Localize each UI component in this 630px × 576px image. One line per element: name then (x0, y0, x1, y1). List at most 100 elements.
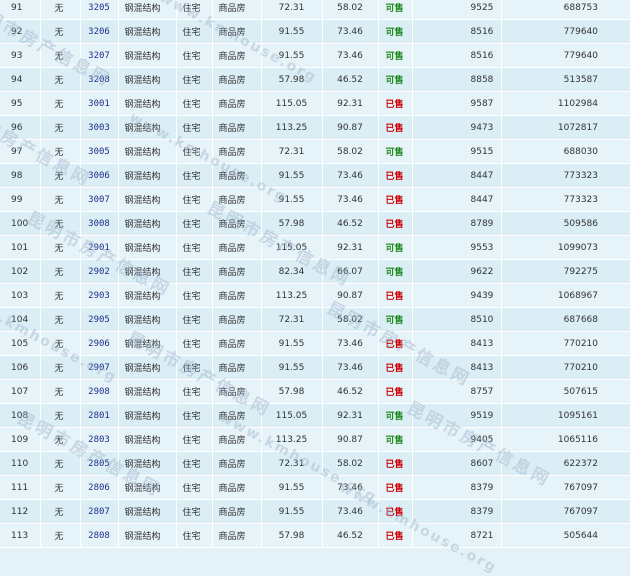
usage-cell: 住宅 (175, 403, 212, 428)
building-area-cell: 91.55 (260, 355, 322, 380)
structure-cell: 钢混结构 (117, 163, 176, 188)
building-area-cell: 115.05 (260, 91, 322, 116)
row-number: 107 (0, 379, 40, 404)
usage-cell: 住宅 (175, 475, 212, 500)
room-number-link[interactable]: 2807 (79, 499, 118, 524)
row-number: 91 (0, 0, 40, 20)
row-number: 104 (0, 307, 40, 332)
total-price-cell: 767097 (500, 499, 630, 524)
row-number: 102 (0, 259, 40, 284)
total-price-cell: 1065116 (500, 427, 630, 452)
room-number-link[interactable]: 3008 (79, 211, 118, 236)
usable-area-cell: 46.52 (321, 211, 378, 236)
table-row: 100 无 3008 钢混结构 住宅 商品房 57.98 46.52 已售 8789 509586 (0, 211, 630, 236)
building-area-cell: 91.55 (260, 475, 322, 500)
property-type-cell: 商品房 (211, 163, 261, 188)
structure-cell: 钢混结构 (117, 67, 176, 92)
usable-area-cell: 58.02 (321, 307, 378, 332)
unit-price-cell: 9519 (411, 403, 501, 428)
total-price-cell: 1102984 (500, 91, 630, 116)
row-number: 98 (0, 163, 40, 188)
building-area-cell: 115.05 (260, 235, 322, 260)
row-number: 111 (0, 475, 40, 500)
room-number-link[interactable]: 2902 (79, 259, 118, 284)
row-number: 96 (0, 115, 40, 140)
sale-status-badge: 可售 (377, 139, 412, 164)
room-number-link[interactable]: 2903 (79, 283, 118, 308)
room-number-link[interactable]: 2907 (79, 355, 118, 380)
unit-price-cell: 8789 (411, 211, 501, 236)
room-number-link[interactable]: 2803 (79, 427, 118, 452)
room-number-link[interactable]: 2808 (79, 523, 118, 548)
room-number-link[interactable]: 2801 (79, 403, 118, 428)
usage-cell: 住宅 (175, 451, 212, 476)
room-number-link[interactable]: 2901 (79, 235, 118, 260)
total-price-cell: 1068967 (500, 283, 630, 308)
floor-cell: 无 (39, 211, 80, 236)
row-number: 97 (0, 139, 40, 164)
usable-area-cell: 46.52 (321, 67, 378, 92)
room-number-link[interactable]: 2905 (79, 307, 118, 332)
building-area-cell: 91.55 (260, 43, 322, 68)
usable-area-cell: 92.31 (321, 403, 378, 428)
usage-cell: 住宅 (175, 115, 212, 140)
usage-cell: 住宅 (175, 91, 212, 116)
total-price-cell: 505644 (500, 523, 630, 548)
table-row: 93 无 3207 钢混结构 住宅 商品房 91.55 73.46 可售 8516 779640 (0, 43, 630, 68)
usage-cell: 住宅 (175, 259, 212, 284)
table-row: 99 无 3007 钢混结构 住宅 商品房 91.55 73.46 已售 8447 773323 (0, 187, 630, 212)
room-number-link[interactable]: 2908 (79, 379, 118, 404)
total-price-cell: 509586 (500, 211, 630, 236)
total-price-cell: 770210 (500, 331, 630, 356)
unit-price-cell: 8516 (411, 43, 501, 68)
room-number-link[interactable]: 3005 (79, 139, 118, 164)
table-row: 97 无 3005 钢混结构 住宅 商品房 72.31 58.02 可售 9515 688030 (0, 139, 630, 164)
floor-cell: 无 (39, 451, 80, 476)
unit-price-cell: 9553 (411, 235, 501, 260)
usable-area-cell: 46.52 (321, 379, 378, 404)
unit-price-cell: 9439 (411, 283, 501, 308)
structure-cell: 钢混结构 (117, 355, 176, 380)
structure-cell: 钢混结构 (117, 115, 176, 140)
usable-area-cell: 73.46 (321, 19, 378, 44)
total-price-cell: 687668 (500, 307, 630, 332)
structure-cell: 钢混结构 (117, 211, 176, 236)
table-row: 104 无 2905 钢混结构 住宅 商品房 72.31 58.02 可售 8510 687668 (0, 307, 630, 332)
total-price-cell: 1099073 (500, 235, 630, 260)
room-number-link[interactable]: 2805 (79, 451, 118, 476)
room-number-link[interactable]: 2806 (79, 475, 118, 500)
usable-area-cell: 73.46 (321, 499, 378, 524)
usage-cell: 住宅 (175, 0, 212, 20)
table-row: 98 无 3006 钢混结构 住宅 商品房 91.55 73.46 已售 8447 773323 (0, 163, 630, 188)
sale-status-badge: 已售 (377, 355, 412, 380)
usage-cell: 住宅 (175, 379, 212, 404)
room-number-link[interactable]: 3007 (79, 187, 118, 212)
property-type-cell: 商品房 (211, 403, 261, 428)
room-number-link[interactable]: 3207 (79, 43, 118, 68)
room-number-link[interactable]: 3003 (79, 115, 118, 140)
row-number: 110 (0, 451, 40, 476)
room-number-link[interactable]: 3206 (79, 19, 118, 44)
unit-price-cell: 9587 (411, 91, 501, 116)
table-row: 109 无 2803 钢混结构 住宅 商品房 113.25 90.87 可售 9405 106511… (0, 427, 630, 452)
usage-cell: 住宅 (175, 499, 212, 524)
room-number-link[interactable]: 3001 (79, 91, 118, 116)
property-type-cell: 商品房 (211, 355, 261, 380)
row-number: 106 (0, 355, 40, 380)
sale-status-badge: 可售 (377, 19, 412, 44)
building-area-cell: 115.05 (260, 403, 322, 428)
usable-area-cell: 73.46 (321, 355, 378, 380)
room-number-link[interactable]: 3208 (79, 67, 118, 92)
room-number-link[interactable]: 3205 (79, 0, 118, 20)
row-number: 92 (0, 19, 40, 44)
room-number-link[interactable]: 2906 (79, 331, 118, 356)
structure-cell: 钢混结构 (117, 331, 176, 356)
usable-area-cell: 73.46 (321, 187, 378, 212)
unit-price-cell: 8447 (411, 163, 501, 188)
structure-cell: 钢混结构 (117, 523, 176, 548)
property-type-cell: 商品房 (211, 379, 261, 404)
floor-cell: 无 (39, 355, 80, 380)
room-number-link[interactable]: 3006 (79, 163, 118, 188)
row-number: 101 (0, 235, 40, 260)
usage-cell: 住宅 (175, 235, 212, 260)
